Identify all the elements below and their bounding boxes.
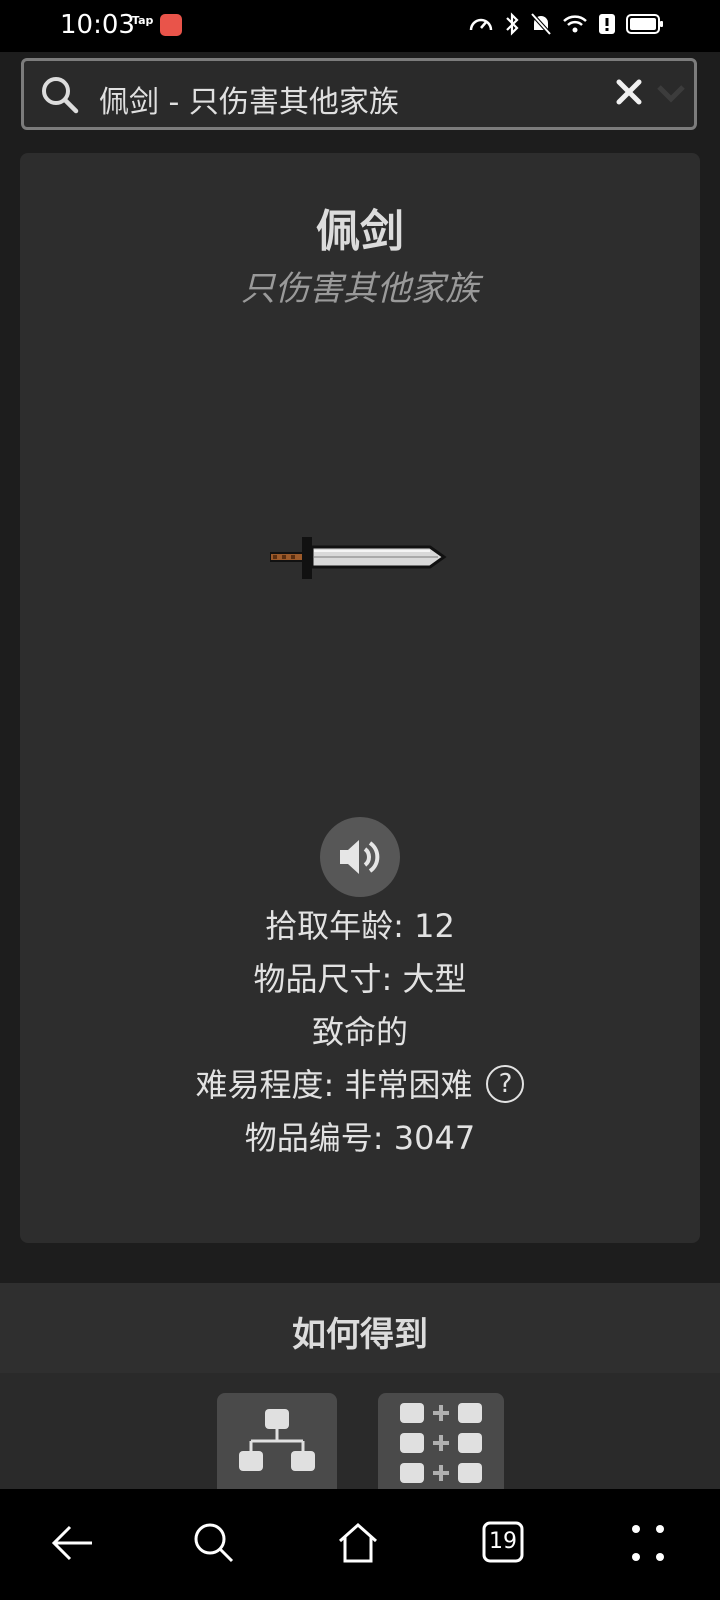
bottom-nav: 19 <box>0 1489 720 1600</box>
status-time: 10:03 <box>60 10 135 40</box>
tree-icon <box>239 1409 315 1471</box>
difficulty-row: 难易程度: 非常困难? <box>20 1060 700 1106</box>
how-to-get-title: 如何得到 <box>292 1315 428 1355</box>
search-input[interactable]: 佩剑 - 只伤害其他家族 <box>99 77 399 121</box>
pickup-age-text: 拾取年龄: 12 <box>265 907 455 945</box>
app-notification-icon <box>160 14 182 36</box>
chevron-down-icon[interactable] <box>656 83 686 103</box>
speaker-icon <box>340 840 380 874</box>
status-icons <box>468 12 664 36</box>
tab-count: 19 <box>489 1529 517 1554</box>
help-icon[interactable]: ? <box>486 1065 525 1103</box>
item-subtitle: 只伤害其他家族 <box>241 269 479 309</box>
item-size-text: 物品尺寸: 大型 <box>253 960 467 998</box>
bluetooth-icon <box>506 12 519 36</box>
search-box[interactable]: 佩剑 - 只伤害其他家族 <box>21 58 697 130</box>
clear-icon[interactable] <box>614 77 644 107</box>
menu-icon[interactable] <box>626 1521 670 1565</box>
difficulty-text: 难易程度: 非常困难 <box>195 1066 473 1104</box>
sword-icon <box>270 537 447 579</box>
sound-button[interactable] <box>320 817 400 897</box>
battery-icon <box>626 14 663 34</box>
alert-icon <box>599 14 615 34</box>
deadly-text: 致命的 <box>311 1013 408 1051</box>
item-id-text: 物品编号: 3047 <box>244 1119 476 1157</box>
recipe-grid-icon <box>400 1403 482 1483</box>
how-to-get-options <box>0 1373 720 1493</box>
home-icon[interactable] <box>336 1521 380 1565</box>
tech-tree-button[interactable] <box>217 1393 337 1493</box>
status-bar: 10:03 Tap <box>0 0 720 52</box>
recipes-button[interactable] <box>378 1393 504 1493</box>
item-name: 佩剑 <box>316 206 404 257</box>
nav-search-icon[interactable] <box>192 1521 236 1565</box>
tap-app-badge: Tap <box>132 14 154 27</box>
item-card: 佩剑 只伤害其他家族 拾取年龄: 12 物品尺寸: 大型 致命的 难易程度: 非… <box>20 153 700 1243</box>
tabs-button[interactable]: 19 <box>482 1521 524 1563</box>
wifi-icon <box>563 15 587 33</box>
mute-bell-icon <box>530 12 552 36</box>
search-icon <box>42 77 79 114</box>
speed-icon <box>469 18 493 31</box>
back-icon[interactable] <box>50 1521 94 1565</box>
how-to-get-header: 如何得到 <box>0 1283 720 1373</box>
